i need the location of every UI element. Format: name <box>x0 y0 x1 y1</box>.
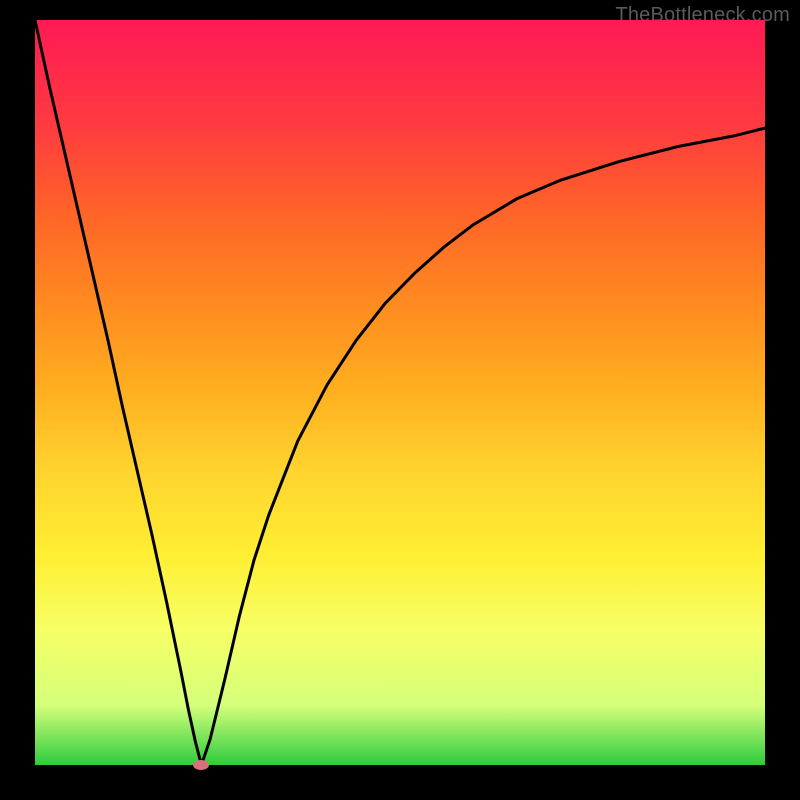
min-marker <box>193 760 209 770</box>
chart-frame: TheBottleneck.com <box>0 0 800 800</box>
curve-path <box>35 20 765 765</box>
plot-area <box>35 20 765 765</box>
curve-layer <box>35 20 765 765</box>
